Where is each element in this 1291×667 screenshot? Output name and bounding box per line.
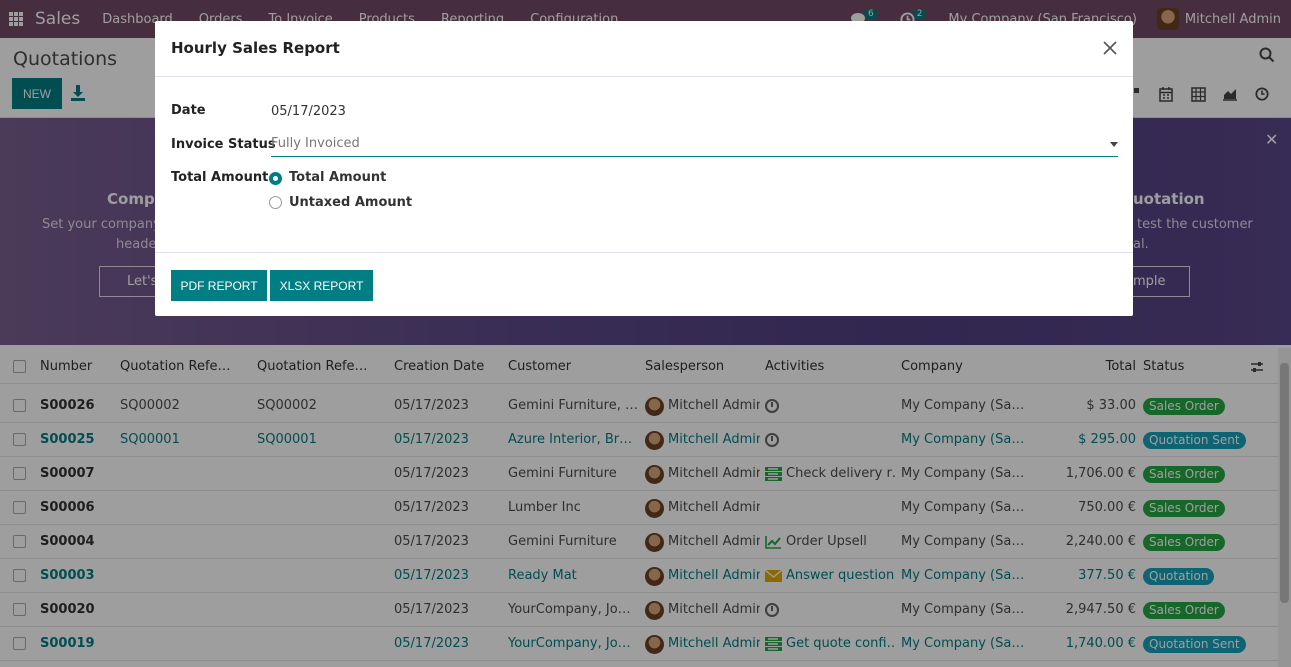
dialog-footer: PDF REPORT XLSX REPORT xyxy=(155,252,1133,316)
untaxed-amount-radio[interactable] xyxy=(269,196,282,209)
total-amount-radio-label[interactable]: Total Amount xyxy=(289,170,386,185)
dialog-header: Hourly Sales Report xyxy=(155,21,1133,77)
dialog-title: Hourly Sales Report xyxy=(171,39,340,57)
untaxed-amount-radio-label[interactable]: Untaxed Amount xyxy=(289,195,412,210)
total-amount-radio[interactable] xyxy=(269,172,282,185)
pdf-report-button[interactable]: PDF REPORT xyxy=(171,270,267,301)
invoice-status-select[interactable]: Fully Invoiced xyxy=(271,136,1118,157)
xlsx-report-button[interactable]: XLSX REPORT xyxy=(270,270,373,301)
invoice-status-label: Invoice Status xyxy=(171,137,276,152)
date-label: Date xyxy=(171,103,206,118)
total-amount-label: Total Amount xyxy=(171,170,269,185)
date-field[interactable]: 05/17/2023 xyxy=(271,104,346,119)
invoice-status-value: Fully Invoiced xyxy=(271,136,360,151)
caret-down-icon xyxy=(1110,142,1118,147)
hourly-sales-report-dialog: Hourly Sales Report Date 05/17/2023 Invo… xyxy=(155,21,1133,316)
close-icon[interactable] xyxy=(1101,39,1119,57)
